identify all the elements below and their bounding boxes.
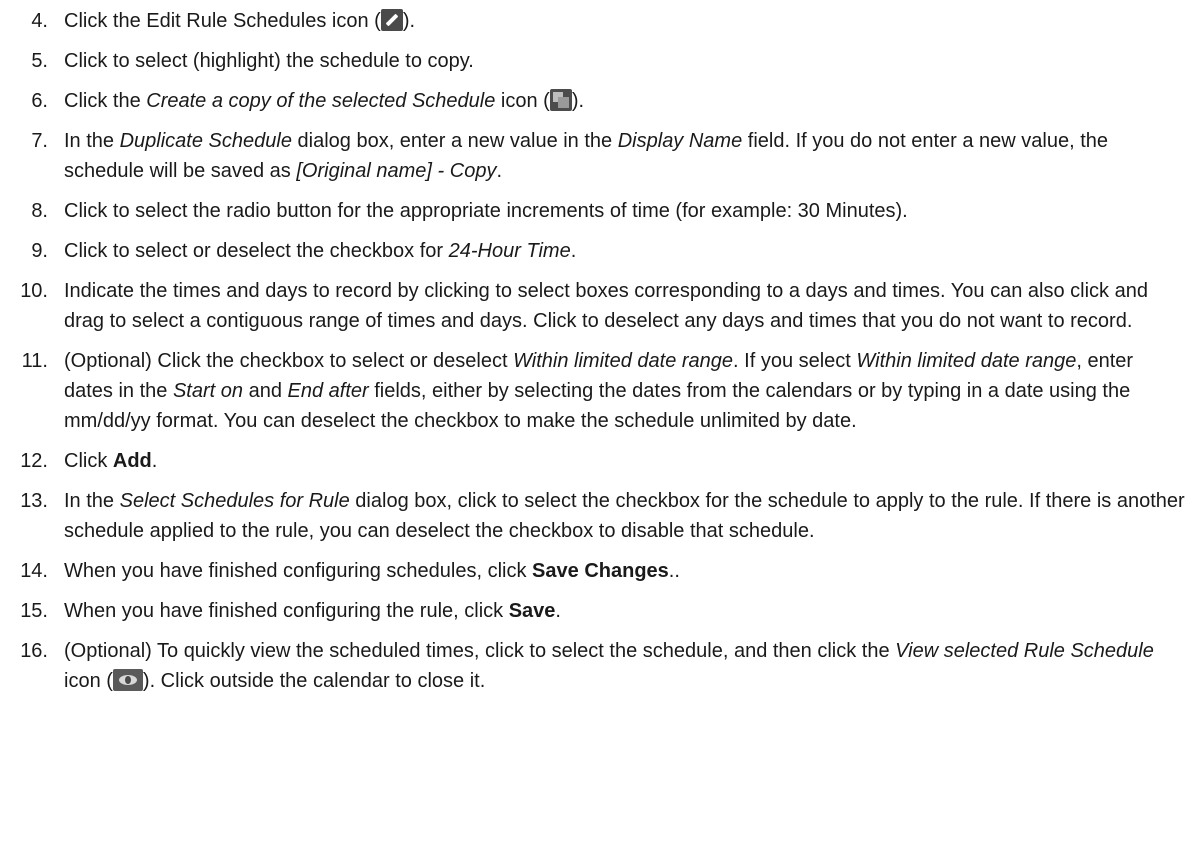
step-text: . [570,240,577,262]
ui-term: Select Schedules for Rule [119,490,350,512]
step-text: Click to select (highlight) the schedule… [64,50,474,72]
step-text: and [243,380,288,402]
step-10: 10. Indicate the times and days to recor… [0,276,1199,336]
ui-term: View selected Rule Schedule [895,640,1154,662]
step-text: Indicate the times and days to record by… [64,280,1148,332]
ui-term: Create a copy of the selected Schedule [146,90,496,112]
step-number: 5. [31,50,48,72]
step-6: 6. Click the Create a copy of the select… [0,86,1199,116]
ui-term: Display Name [617,130,743,152]
step-text: . If you select [733,350,857,372]
step-12: 12. Click Add. [0,446,1199,476]
ui-term: [Original name] - Copy [296,160,497,182]
step-text: In the [64,490,120,512]
step-text: dialog box, enter a new value in the [291,130,618,152]
step-number: 8. [31,200,48,222]
step-15: 15. When you have finished configuring t… [0,596,1199,626]
step-text: . [555,600,561,622]
pencil-icon [380,9,403,31]
step-text: In the [64,130,120,152]
step-number: 6. [31,90,48,112]
step-text: ). [571,90,585,112]
step-text: When you have finished configuring sched… [64,560,533,582]
ui-term: End after [287,380,369,402]
step-text: Click the Edit Rule Schedules icon ( [64,10,381,32]
ui-term: Within limited date range [513,350,734,372]
button-term: Add [112,450,152,472]
step-number: 12. [20,450,48,472]
step-text: (Optional) Click the checkbox to select … [64,350,514,372]
step-number: 14. [20,560,48,582]
step-text: Click [64,450,113,472]
instruction-steps: 4. Click the Edit Rule Schedules icon ()… [0,0,1199,696]
step-text: ). [402,10,416,32]
step-text: Click to select or deselect the checkbox… [64,240,449,262]
step-9: 9. Click to select or deselect the check… [0,236,1199,266]
ui-term: 24-Hour Time [448,240,571,262]
ui-term: Duplicate Schedule [119,130,292,152]
step-number: 15. [20,600,48,622]
step-7: 7. In the Duplicate Schedule dialog box,… [0,126,1199,186]
step-number: 16. [20,640,48,662]
step-text: .. [668,560,680,582]
ui-term: Start on [172,380,244,402]
step-16: 16. (Optional) To quickly view the sched… [0,636,1199,696]
step-number: 11. [21,350,48,372]
eye-icon [112,669,143,691]
step-number: 13. [20,490,48,512]
step-text: . [151,450,158,472]
button-term: Save [508,600,556,622]
copy-icon [549,89,572,111]
step-13: 13. In the Select Schedules for Rule dia… [0,486,1199,546]
step-text: Click the [64,90,147,112]
step-number: 4. [31,10,48,32]
step-text: When you have finished configuring the r… [64,600,509,622]
step-14: 14. When you have finished configuring s… [0,556,1199,586]
step-text: . [496,160,502,182]
step-number: 7. [31,130,48,152]
step-text: ). Click outside the calendar to close i… [142,670,486,692]
step-text: icon ( [64,670,113,692]
ui-term: Within limited date range [856,350,1077,372]
button-term: Save Changes [532,560,669,582]
step-text: (Optional) To quickly view the scheduled… [64,640,896,662]
step-8: 8. Click to select the radio button for … [0,196,1199,226]
step-4: 4. Click the Edit Rule Schedules icon ()… [0,6,1199,36]
step-11: 11. (Optional) Click the checkbox to sel… [0,346,1199,436]
step-number: 10. [20,280,48,302]
step-text: icon ( [495,90,550,112]
step-number: 9. [31,240,48,262]
step-5: 5. Click to select (highlight) the sched… [0,46,1199,76]
step-text: Click to select the radio button for the… [64,200,908,222]
